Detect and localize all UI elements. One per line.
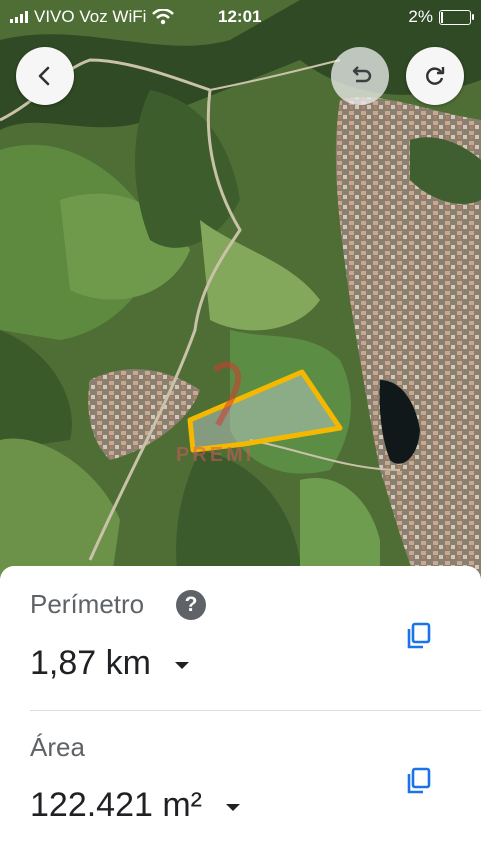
dropdown-caret-icon[interactable] <box>226 804 240 811</box>
area-value-row[interactable]: 122.421 m² <box>30 786 240 825</box>
battery-icon <box>439 9 474 25</box>
area-value: 122.421 m² <box>30 786 202 824</box>
chevron-left-icon <box>38 66 50 86</box>
dropdown-caret-icon[interactable] <box>174 662 189 669</box>
undo-icon <box>352 66 372 83</box>
perimeter-value-row[interactable]: 1,87 km <box>30 644 189 683</box>
redo-button[interactable] <box>406 47 464 105</box>
carrier-label: VIVO Voz WiFi <box>34 7 147 26</box>
battery-percent: 2% <box>408 7 433 26</box>
perimeter-value: 1,87 km <box>30 644 151 682</box>
map-watermark: PREMI <box>176 444 255 466</box>
help-icon[interactable]: ? <box>176 590 206 620</box>
divider <box>30 710 481 711</box>
status-bar: VIVO Voz WiFi 12:01 2% <box>0 0 481 34</box>
copy-area-icon[interactable] <box>404 766 434 796</box>
area-label: Área <box>30 732 85 762</box>
back-button[interactable] <box>16 47 74 105</box>
copy-perimeter-icon[interactable] <box>404 621 434 651</box>
status-right: 2% <box>408 7 474 27</box>
perimeter-label: Perímetro <box>30 589 145 619</box>
redo-icon <box>426 67 445 85</box>
undo-button[interactable] <box>331 47 389 105</box>
wifi-icon <box>152 9 175 25</box>
signal-icon <box>10 11 28 23</box>
battery-level <box>441 11 443 23</box>
clock: 12:01 <box>218 7 262 26</box>
status-left: VIVO Voz WiFi <box>10 7 175 27</box>
